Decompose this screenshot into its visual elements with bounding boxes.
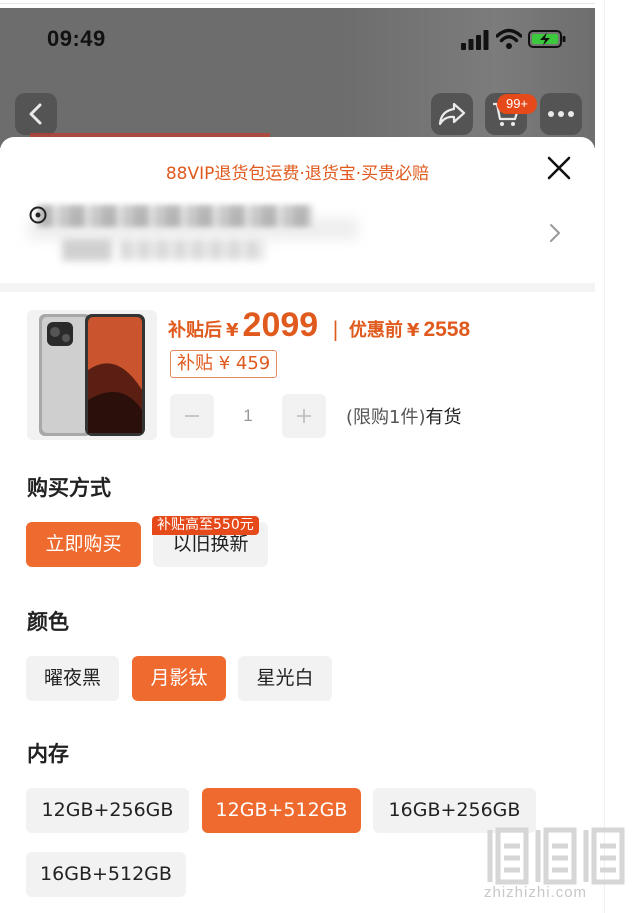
color-option-white[interactable]: 星光白 <box>238 656 332 701</box>
trade-in-subsidy-badge: 补贴高至550元 <box>152 516 259 535</box>
color-option-black[interactable]: 曜夜黑 <box>26 656 119 701</box>
page-edge-line <box>604 0 605 913</box>
purchase-limit-text: (限购1件)有货 <box>346 403 462 429</box>
currency-symbol: ¥ <box>226 320 239 341</box>
color-title: 颜色 <box>27 610 69 634</box>
cart-count-badge: 99+ <box>497 94 537 114</box>
quantity-value[interactable]: 1 <box>214 394 282 438</box>
product-image[interactable] <box>27 310 157 440</box>
section-divider <box>0 283 595 292</box>
page-right-margin <box>595 0 634 913</box>
memory-option-16-512[interactable]: 16GB+512GB <box>26 852 186 897</box>
original-price: 2558 <box>423 318 471 341</box>
option-buy-now[interactable]: 立即购买 <box>26 522 141 567</box>
wifi-icon <box>496 28 522 49</box>
top-border <box>0 3 634 4</box>
price-line: 补贴后 ¥ 2099 | 优惠前 ¥ 2558 <box>168 306 470 350</box>
more-button[interactable] <box>540 93 582 135</box>
chevron-right-icon <box>550 224 560 242</box>
close-button[interactable] <box>542 151 576 185</box>
address-detail-blurred <box>62 239 112 261</box>
vip-benefit-banner: 88VIP退货包运费·退货宝·买贵必赔 <box>165 164 430 184</box>
stock-status: 有货 <box>425 407 462 428</box>
close-icon <box>547 156 571 180</box>
memory-option-12-256[interactable]: 12GB+256GB <box>26 788 189 833</box>
subsidy-amount-tag: 补贴 ¥ 459 <box>170 350 278 378</box>
address-detail-blurred-2 <box>120 240 265 260</box>
back-button[interactable] <box>15 93 57 135</box>
currency-symbol-2: ¥ <box>406 320 420 341</box>
phone-product-image <box>39 314 145 436</box>
color-option-titanium[interactable]: 月影钛 <box>132 656 226 701</box>
plus-icon <box>297 409 311 423</box>
address-name-blurred <box>38 205 313 227</box>
memory-option-12-512[interactable]: 12GB+512GB <box>202 788 361 833</box>
location-icon <box>29 206 47 224</box>
cellular-signal-icon <box>461 30 489 50</box>
share-icon <box>438 102 466 126</box>
status-time: 09:49 <box>47 26 106 51</box>
battery-charging-icon <box>528 30 566 48</box>
more-icon <box>548 111 574 117</box>
original-price-label: 优惠前 <box>348 320 403 341</box>
chevron-left-icon <box>29 103 42 125</box>
purchase-method-title: 购买方式 <box>27 476 111 500</box>
quantity-increase-button[interactable] <box>282 394 326 438</box>
site-watermark-text: zhizhizhi.com <box>484 884 588 901</box>
memory-title: 内存 <box>27 742 69 766</box>
quantity-decrease-button[interactable] <box>170 394 214 438</box>
subsidy-price: 2099 <box>242 306 319 344</box>
share-button[interactable] <box>431 93 473 135</box>
subsidy-price-label: 补贴后 <box>168 320 222 341</box>
limit-text: (限购1件) <box>346 407 426 428</box>
site-watermark-logo <box>487 827 625 885</box>
price-separator: | <box>332 317 339 341</box>
minus-icon <box>185 415 199 417</box>
